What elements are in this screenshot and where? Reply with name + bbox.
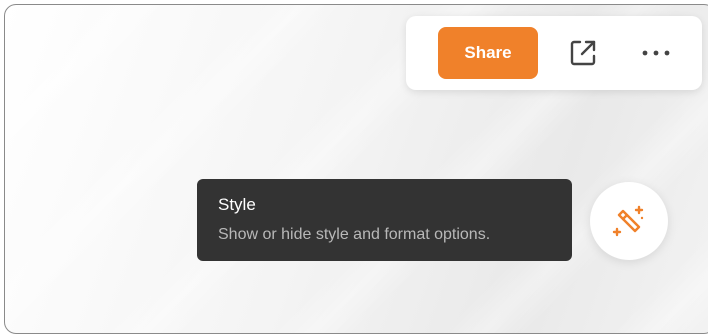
magic-wand-sparkle-icon: [612, 205, 644, 237]
share-button[interactable]: Share: [438, 27, 538, 79]
tooltip-description: Show or hide style and format options.: [218, 226, 491, 243]
style-button[interactable]: [590, 182, 668, 260]
more-options-button[interactable]: [636, 36, 676, 70]
tooltip-title: Style: [218, 195, 256, 214]
open-external-button[interactable]: [566, 36, 600, 70]
open-external-icon: [570, 40, 596, 66]
style-tooltip: Style Show or hide style and format opti…: [197, 179, 572, 261]
top-toolbar: Share: [406, 16, 702, 90]
more-horizontal-icon: [642, 50, 670, 56]
